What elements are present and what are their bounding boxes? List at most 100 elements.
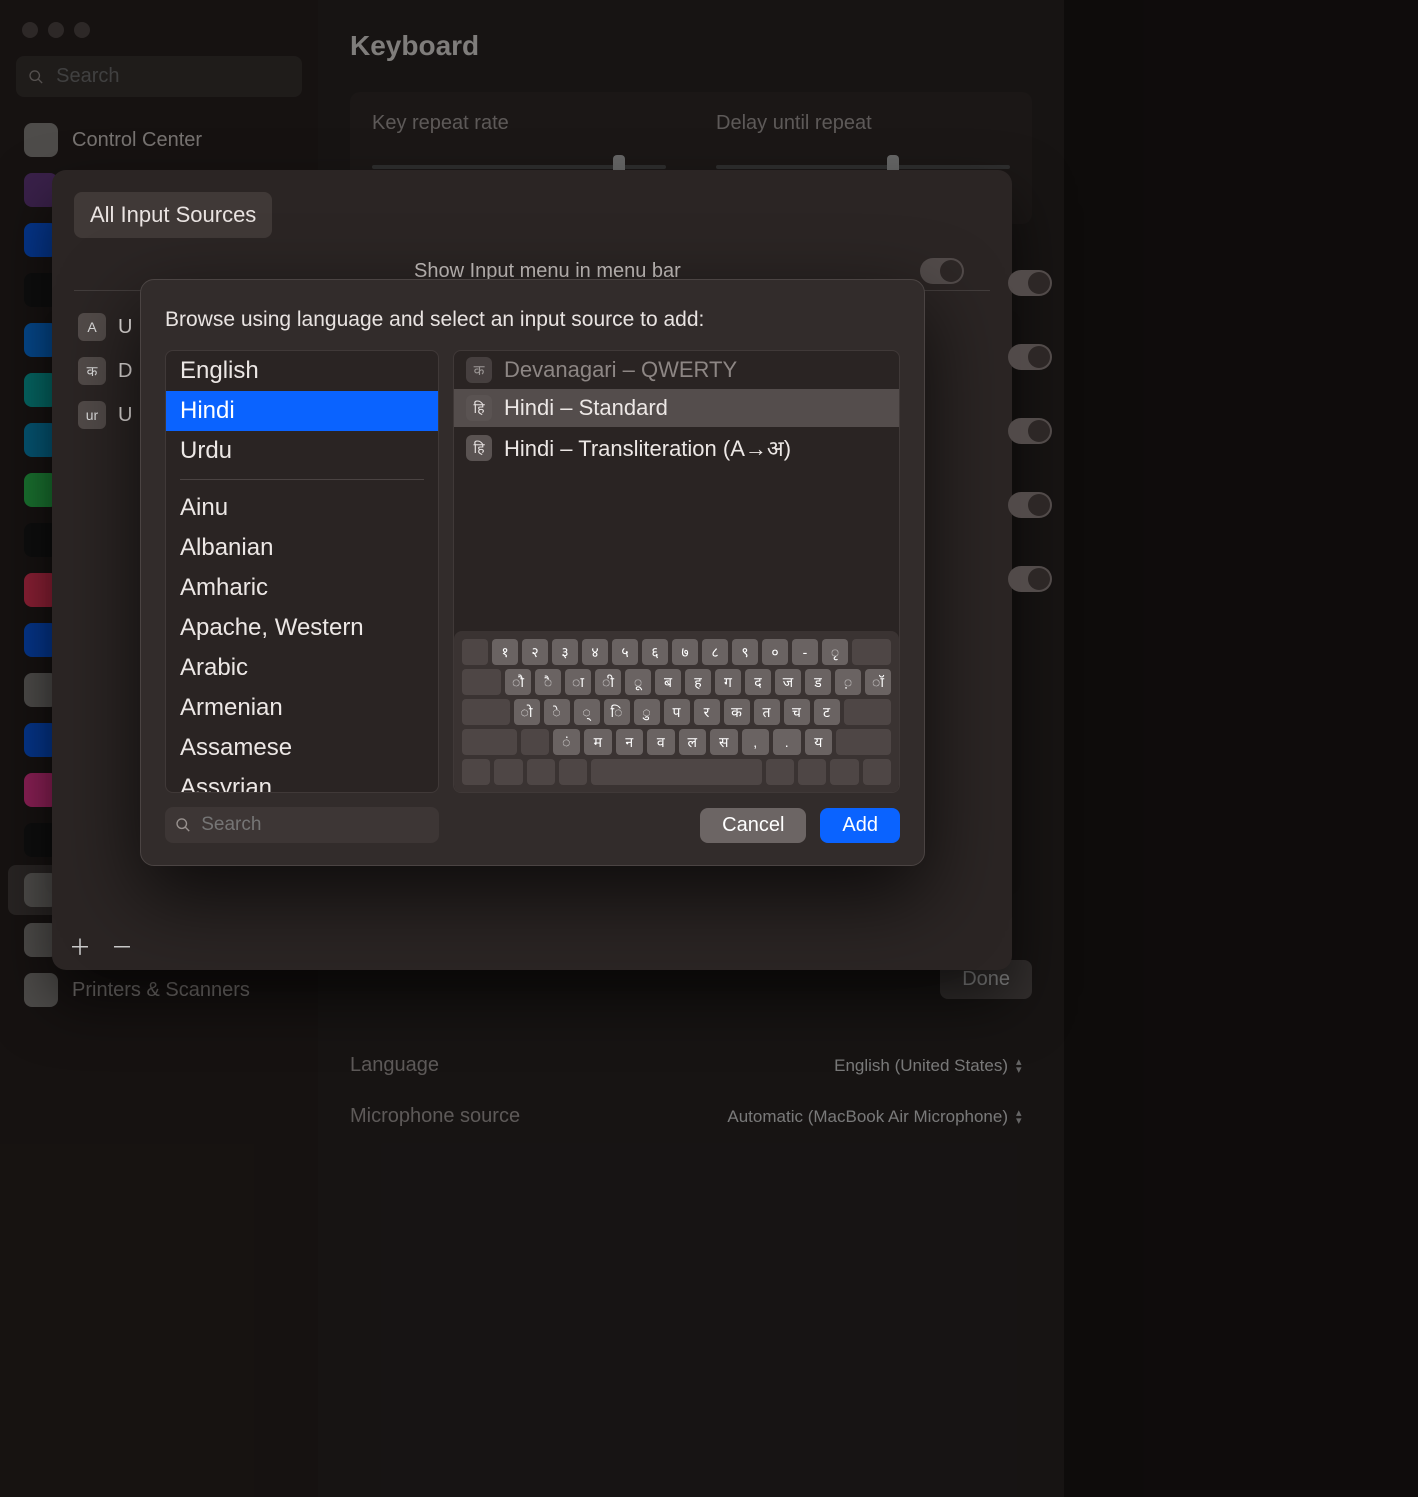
keycap: त: [754, 699, 780, 725]
input-source-label: Hindi – Standard: [504, 395, 668, 421]
keycap: ू: [625, 669, 651, 695]
keycap: ु: [634, 699, 660, 725]
cancel-button[interactable]: Cancel: [700, 808, 806, 843]
keycap: ै: [535, 669, 561, 695]
remove-source-button[interactable]: －: [104, 932, 140, 960]
keycap: च: [784, 699, 810, 725]
keycap: र: [694, 699, 720, 725]
bg-toggle[interactable]: [1008, 270, 1052, 296]
input-source-label: Hindi – Transliteration (A→अ): [504, 433, 791, 463]
keycap: ी: [595, 669, 621, 695]
keycap: [462, 639, 488, 665]
keycap: ०: [762, 639, 788, 665]
keycap: ७: [672, 639, 698, 665]
keycap: ५: [612, 639, 638, 665]
keycap: ३: [552, 639, 578, 665]
keycap: ि: [604, 699, 630, 725]
language-search[interactable]: [165, 807, 439, 843]
keycap: ,: [742, 729, 770, 755]
keycap: [462, 759, 490, 785]
keycap: ौ: [505, 669, 531, 695]
keycap: ़: [835, 669, 861, 695]
keycap: ८: [702, 639, 728, 665]
keycap: [798, 759, 826, 785]
keycap: ट: [814, 699, 840, 725]
language-item[interactable]: English: [166, 351, 438, 391]
keycap: .: [773, 729, 801, 755]
language-item[interactable]: Apache, Western: [166, 608, 438, 648]
bg-toggle[interactable]: [1008, 492, 1052, 518]
bg-toggle[interactable]: [1008, 344, 1052, 370]
divider: [180, 479, 424, 480]
keycap: ृ: [822, 639, 848, 665]
keycap: [844, 699, 892, 725]
language-item[interactable]: Assamese: [166, 728, 438, 768]
input-source-item[interactable]: हि Hindi – Standard: [454, 389, 899, 427]
keycap: ९: [732, 639, 758, 665]
keycap: ड: [805, 669, 831, 695]
input-source-list[interactable]: कDevanagari – QWERTYहिHindi – Standardहि…: [454, 351, 899, 631]
bg-toggle[interactable]: [1008, 418, 1052, 444]
keycap: ॉ: [865, 669, 891, 695]
keycap: [527, 759, 555, 785]
keycap: द: [745, 669, 771, 695]
language-item[interactable]: Armenian: [166, 688, 438, 728]
source-glyph-icon: हि: [466, 435, 492, 461]
keycap: १: [492, 639, 518, 665]
source-glyph-icon: A: [78, 313, 106, 341]
keycap: -: [792, 639, 818, 665]
bg-toggle[interactable]: [1008, 566, 1052, 592]
keycap: [830, 759, 858, 785]
language-item[interactable]: Assyrian: [166, 768, 438, 792]
keycap: क: [724, 699, 750, 725]
source-label: D: [118, 360, 132, 383]
keycap: ल: [679, 729, 707, 755]
keycap: [863, 759, 891, 785]
keycap: ं: [553, 729, 581, 755]
keycap: [494, 759, 522, 785]
input-source-item[interactable]: हि Hindi – Transliteration (A→अ): [454, 427, 899, 469]
add-input-source-dialog: Browse using language and select an inpu…: [140, 279, 925, 866]
keycap: ब: [655, 669, 681, 695]
keycap: स: [710, 729, 738, 755]
language-item[interactable]: Amharic: [166, 568, 438, 608]
language-item[interactable]: Arabic: [166, 648, 438, 688]
keycap: ्: [574, 699, 600, 725]
show-input-menu-toggle[interactable]: [920, 258, 964, 284]
keycap: ह: [685, 669, 711, 695]
language-item[interactable]: Urdu: [166, 431, 438, 471]
keycap: ६: [642, 639, 668, 665]
keycap: [766, 759, 794, 785]
keycap: ा: [565, 669, 591, 695]
keycap: े: [544, 699, 570, 725]
language-item[interactable]: Albanian: [166, 528, 438, 568]
source-label: U: [118, 404, 132, 427]
input-source-label: Devanagari – QWERTY: [504, 357, 737, 383]
dialog-prompt: Browse using language and select an inpu…: [165, 308, 900, 332]
keycap: २: [522, 639, 548, 665]
keycap: [462, 669, 501, 695]
source-glyph-icon: ur: [78, 401, 106, 429]
search-icon: [175, 816, 191, 834]
keycap: ो: [514, 699, 540, 725]
keycap: न: [616, 729, 644, 755]
language-search-input[interactable]: [199, 813, 429, 837]
keycap: [559, 759, 587, 785]
keycap: [521, 729, 549, 755]
add-source-button[interactable]: ＋: [62, 932, 98, 960]
keycap: [462, 729, 517, 755]
source-glyph-icon: हि: [466, 395, 492, 421]
language-item[interactable]: Hindi: [166, 391, 438, 431]
language-item[interactable]: Ainu: [166, 488, 438, 528]
source-glyph-icon: क: [78, 357, 106, 385]
keycap: ४: [582, 639, 608, 665]
all-input-sources-tab[interactable]: All Input Sources: [74, 192, 272, 238]
language-list[interactable]: EnglishHindiUrdu AinuAlbanianAmharicApach…: [165, 350, 439, 793]
source-label: U: [118, 316, 132, 339]
keyboard-layout-preview: १२३४५६७८९०-ृौैाीूबहगदजड़ॉोे्िुपरकतचटंमनव…: [454, 631, 899, 793]
input-source-item: कDevanagari – QWERTY: [454, 351, 899, 389]
add-button[interactable]: Add: [820, 808, 900, 843]
keycap: ज: [775, 669, 801, 695]
keycap: ग: [715, 669, 741, 695]
keycap: य: [805, 729, 833, 755]
